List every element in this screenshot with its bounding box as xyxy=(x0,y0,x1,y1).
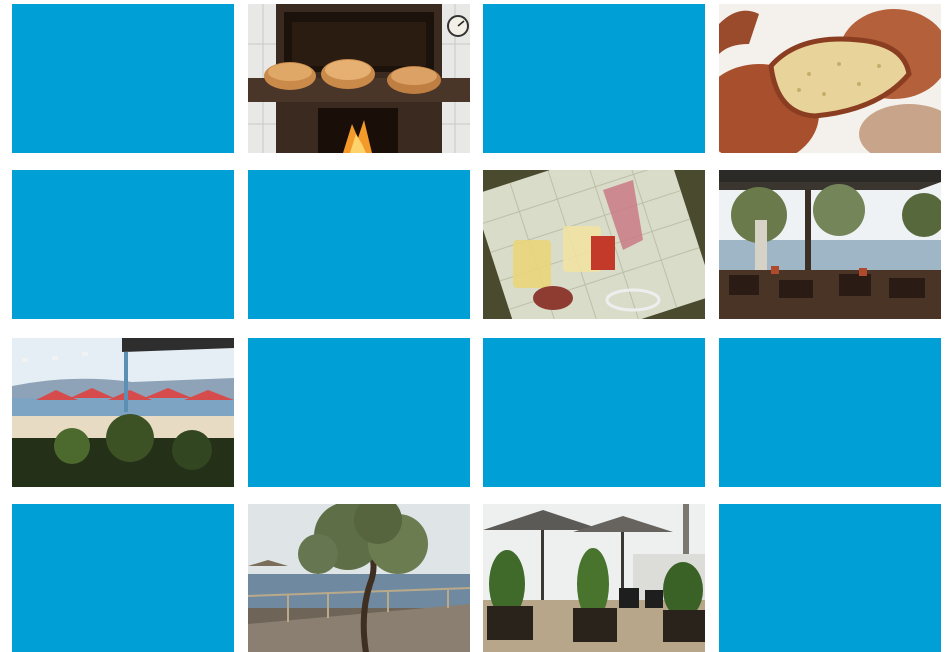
gallery-tile-terrace-parasols[interactable] xyxy=(483,504,705,652)
gallery-tile-placeholder[interactable] xyxy=(248,170,470,319)
gallery-tile-sliced-bread[interactable] xyxy=(719,4,941,153)
gallery-tile-tree-by-sea[interactable] xyxy=(248,504,470,652)
gallery-tile-placeholder[interactable] xyxy=(483,4,705,153)
gallery-tile-seaside-terrace[interactable] xyxy=(719,170,941,319)
oven-bread-photo xyxy=(248,4,470,153)
gallery-tile-placeholder[interactable] xyxy=(12,504,234,652)
seaside-terrace-photo xyxy=(719,170,941,319)
gallery-tile-placeholder[interactable] xyxy=(719,504,941,652)
photo-gallery xyxy=(0,0,951,652)
gallery-tile-placeholder[interactable] xyxy=(12,170,234,319)
tree-by-sea-photo xyxy=(248,504,470,652)
gallery-tile-placeholder[interactable] xyxy=(483,338,705,487)
terrace-parasols-photo xyxy=(483,504,705,652)
gallery-tile-menu-drinks[interactable] xyxy=(483,170,705,319)
gallery-tile-oven-bread[interactable] xyxy=(248,4,470,153)
gallery-tile-placeholder[interactable] xyxy=(719,338,941,487)
gallery-tile-placeholder[interactable] xyxy=(12,4,234,153)
sliced-bread-photo xyxy=(719,4,941,153)
gallery-tile-placeholder[interactable] xyxy=(248,338,470,487)
beach-umbrellas-photo xyxy=(12,338,234,487)
gallery-tile-beach-umbrellas[interactable] xyxy=(12,338,234,487)
menu-drinks-photo xyxy=(483,170,705,319)
